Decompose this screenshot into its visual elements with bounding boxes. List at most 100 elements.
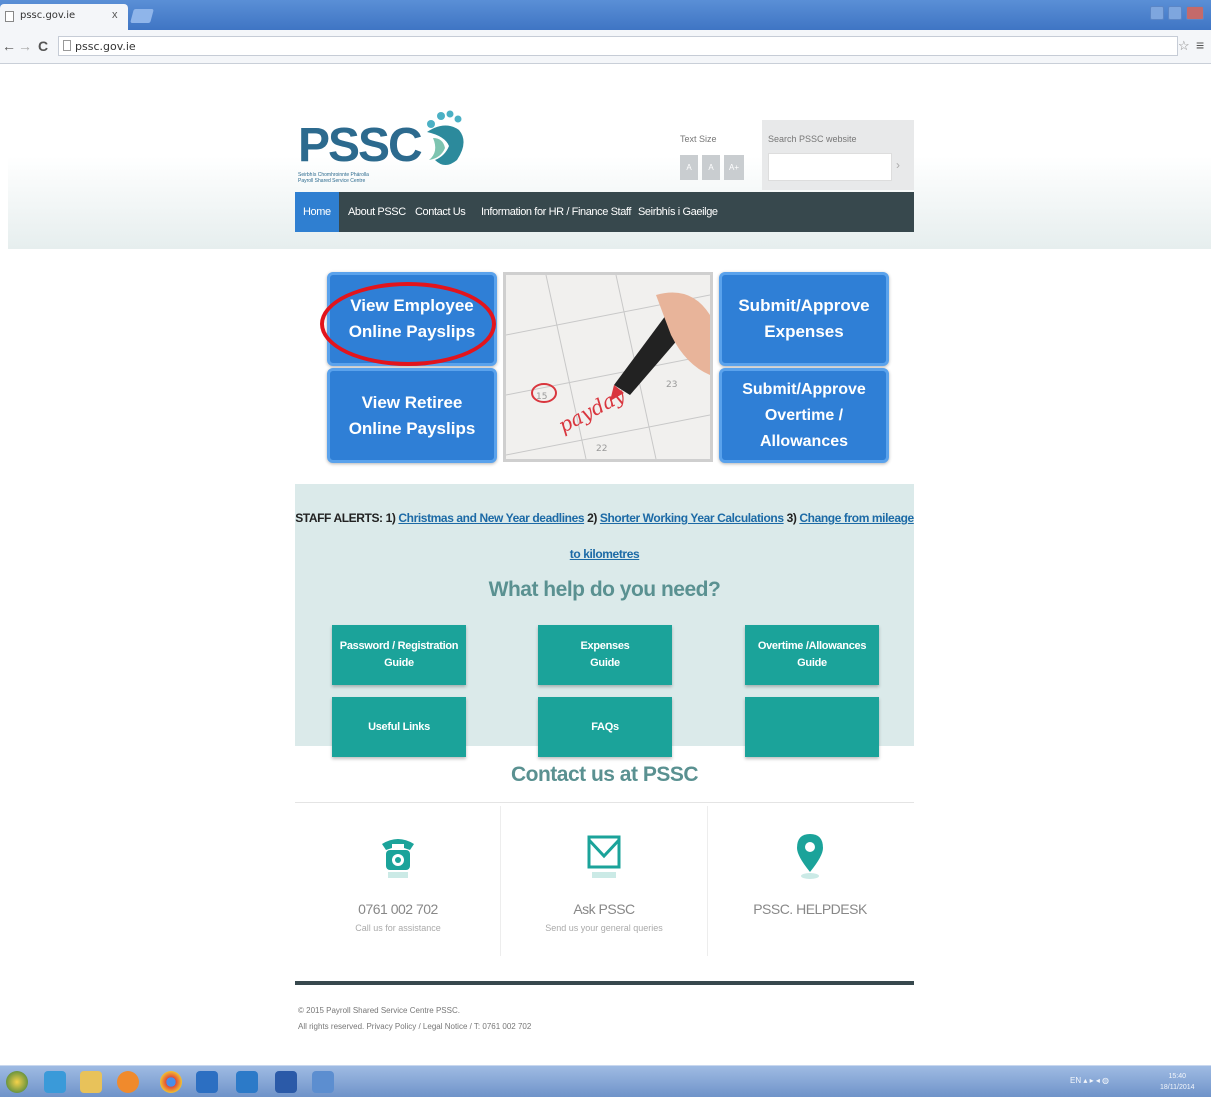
- tile-label: Overtime / Allowances: [759, 406, 849, 450]
- start-button-icon[interactable]: [6, 1071, 28, 1093]
- search-panel: Search PSSC website ›: [762, 120, 914, 190]
- lync-icon[interactable]: [196, 1071, 218, 1093]
- button-label: FAQs: [591, 720, 619, 733]
- chrome-icon[interactable]: [160, 1071, 182, 1093]
- text-size-label: Text Size: [680, 134, 717, 144]
- alert-link-christmas[interactable]: Christmas and New Year deadlines: [398, 511, 584, 525]
- button-label: Expenses: [580, 640, 630, 652]
- new-tab-button[interactable]: [130, 9, 154, 23]
- red-circle-annotation: [320, 282, 496, 366]
- text-size-large-button[interactable]: A+: [724, 155, 744, 180]
- useful-links-button[interactable]: Useful Links: [332, 697, 466, 757]
- menu-icon[interactable]: ≡: [1196, 37, 1204, 53]
- phone-caption: Call us for assistance: [355, 923, 441, 933]
- alert-link-shorter-year[interactable]: Shorter Working Year Calculations: [600, 511, 784, 525]
- button-label: Guide: [384, 657, 414, 669]
- empty-help-button[interactable]: [745, 697, 879, 757]
- minimize-icon[interactable]: [1150, 6, 1164, 20]
- clock[interactable]: 15:40 18/11/2014: [1160, 1071, 1195, 1093]
- footer-divider: [295, 981, 914, 985]
- overtime-guide-button[interactable]: Overtime /Allowances Guide: [745, 625, 879, 685]
- close-tab-icon[interactable]: x: [112, 9, 118, 21]
- nav-hr-finance[interactable]: Information for HR / Finance Staff: [481, 192, 631, 232]
- ask-pssc-label: Ask PSSC: [573, 901, 635, 917]
- text-size-small-button[interactable]: A: [680, 155, 698, 180]
- footer: © 2015 Payroll Shared Service Centre PSS…: [298, 1003, 531, 1035]
- reload-icon[interactable]: C: [38, 38, 48, 54]
- button-label: Useful Links: [368, 720, 430, 733]
- tile-label: Submit/Approve: [742, 380, 866, 398]
- system-tray[interactable]: EN ▴ ▸ ◂ ◍: [1070, 1076, 1109, 1085]
- submit-approve-overtime-button[interactable]: Submit/Approve Overtime / Allowances: [719, 368, 889, 463]
- alerts-number: 3): [786, 511, 797, 525]
- expenses-guide-button[interactable]: Expenses Guide: [538, 625, 672, 685]
- page-icon: [63, 40, 71, 51]
- text-size-medium-button[interactable]: A: [702, 155, 720, 180]
- nav-irish[interactable]: Seirbhís i Gaeilge: [638, 192, 718, 232]
- tile-label: Online Payslips: [348, 418, 476, 438]
- back-icon[interactable]: ←: [2, 38, 16, 54]
- outlook-icon[interactable]: [236, 1071, 258, 1093]
- staff-alerts: STAFF ALERTS: 1) Christmas and New Year …: [295, 500, 914, 572]
- search-submit-icon[interactable]: ›: [896, 158, 900, 172]
- forward-icon[interactable]: →: [18, 38, 32, 54]
- faqs-button[interactable]: FAQs: [538, 697, 672, 757]
- tile-label: Submit/Approve: [738, 296, 870, 315]
- address-bar: ← → C pssc.gov.ie ☆ ≡: [0, 30, 1211, 64]
- search-label: Search PSSC website: [768, 134, 857, 144]
- mail-icon: [587, 835, 621, 878]
- bookmark-star-icon[interactable]: ☆: [1178, 38, 1190, 54]
- submit-approve-expenses-button[interactable]: Submit/Approve Expenses: [719, 272, 889, 366]
- help-heading: What help do you need?: [488, 578, 721, 601]
- internet-explorer-icon[interactable]: [44, 1071, 66, 1093]
- contact-phone[interactable]: 0761 002 702 Call us for assistance: [298, 806, 498, 956]
- button-label: Overtime /Allowances: [757, 640, 867, 652]
- url-field[interactable]: pssc.gov.ie: [58, 36, 1178, 56]
- snipping-tool-icon[interactable]: [312, 1071, 334, 1093]
- word-icon[interactable]: [275, 1071, 297, 1093]
- close-window-icon[interactable]: [1186, 6, 1204, 20]
- contact-heading: Contact us at PSSC: [510, 763, 699, 786]
- location-pin-icon: [797, 834, 823, 879]
- payday-hero-image: 15 23 22 payday: [503, 272, 713, 462]
- windows-taskbar: EN ▴ ▸ ◂ ◍ 15:40 18/11/2014: [0, 1065, 1211, 1097]
- search-input[interactable]: [768, 153, 892, 181]
- button-label: Password / Registration: [339, 640, 459, 652]
- file-explorer-icon[interactable]: [80, 1071, 102, 1093]
- phone-icon: [382, 839, 414, 878]
- nav-home[interactable]: Home: [295, 192, 339, 232]
- copyright-text: © 2015 Payroll Shared Service Centre PSS…: [298, 1006, 460, 1015]
- password-guide-button[interactable]: Password / Registration Guide: [332, 625, 466, 685]
- view-retiree-payslips-button[interactable]: View Retiree Online Payslips: [327, 368, 497, 463]
- page-icon: [5, 11, 14, 22]
- alerts-prefix: STAFF ALERTS: 1): [295, 511, 396, 525]
- button-label: Guide: [590, 657, 620, 669]
- media-player-icon[interactable]: [117, 1071, 139, 1093]
- tab-title: pssc.gov.ie: [20, 10, 76, 21]
- button-label: Guide: [797, 657, 827, 669]
- contact-ask[interactable]: Ask PSSC Send us your general queries: [504, 806, 704, 956]
- ask-caption: Send us your general queries: [545, 923, 663, 933]
- phone-number: 0761 002 702: [358, 901, 438, 917]
- logo-text: PSSC: [298, 119, 423, 172]
- url-text[interactable]: pssc.gov.ie: [75, 40, 136, 53]
- nav-contact[interactable]: Contact Us: [415, 192, 466, 232]
- alerts-number: 2): [587, 511, 597, 525]
- tile-label: Expenses: [764, 322, 844, 341]
- maximize-icon[interactable]: [1168, 6, 1182, 20]
- svg-text:23: 23: [666, 380, 677, 390]
- logo-subtitle-english: Payroll Shared Service Centre: [298, 178, 366, 184]
- logo-emblem-icon: [426, 110, 464, 165]
- divider: [500, 806, 501, 956]
- browser-tab[interactable]: pssc.gov.ie x: [0, 4, 128, 30]
- nav-about[interactable]: About PSSC: [348, 192, 406, 232]
- contact-helpdesk[interactable]: PSSC. HELPDESK: [710, 806, 910, 956]
- clock-time: 15:40: [1168, 1073, 1187, 1080]
- browser-tab-strip: pssc.gov.ie x: [0, 0, 1211, 30]
- svg-text:22: 22: [596, 444, 607, 454]
- pssc-logo[interactable]: PSSC Seirbhís Chomhroinnte Phárolla Payr…: [298, 108, 475, 184]
- helpdesk-label: PSSC. HELPDESK: [753, 901, 867, 917]
- divider: [295, 802, 914, 803]
- footer-links[interactable]: All rights reserved. Privacy Policy / Le…: [298, 1019, 531, 1035]
- clock-date: 18/11/2014: [1160, 1084, 1195, 1091]
